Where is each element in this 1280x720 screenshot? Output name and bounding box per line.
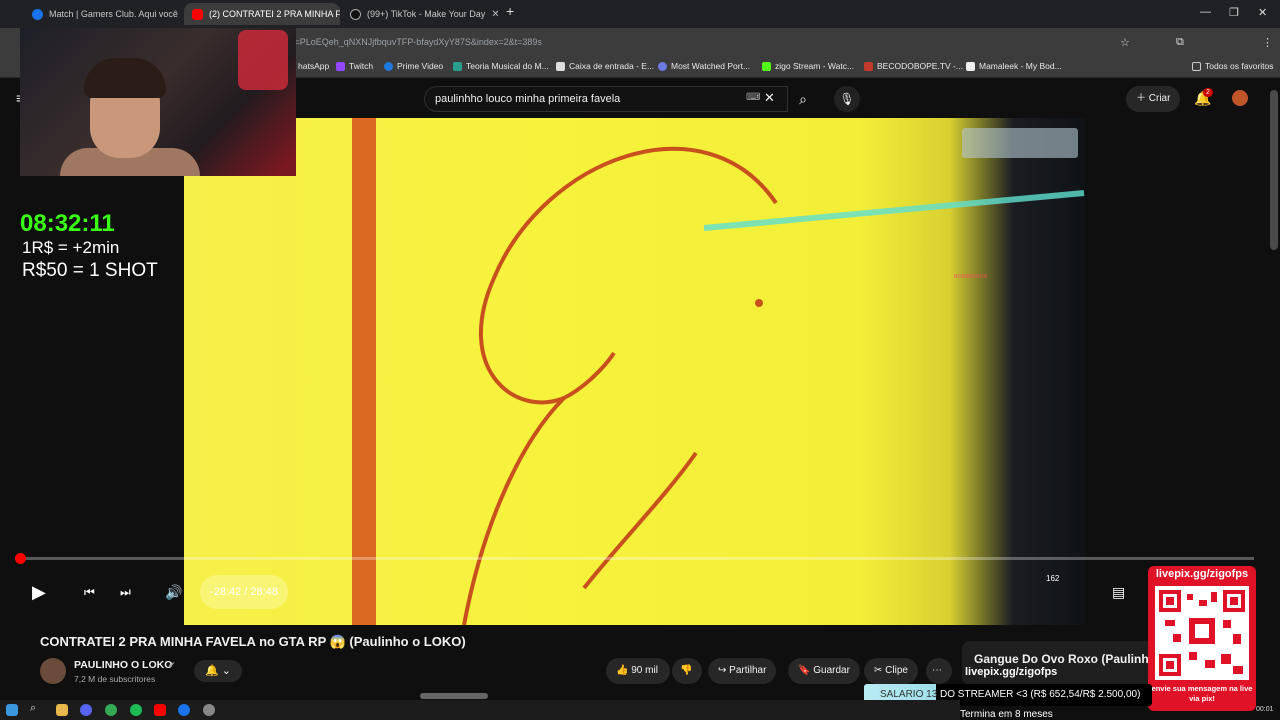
share-button[interactable]: ↪ Partilhar xyxy=(708,658,777,684)
keyboard-icon[interactable]: ⌨ xyxy=(746,92,760,103)
search-input[interactable]: paulinhho louco minha primeira favela xyxy=(424,86,788,112)
hud-bombeiros: BOMBEIROS xyxy=(954,274,988,280)
qr-bottom-text: envie sua mensagem na live via pix! xyxy=(1151,684,1253,703)
bookmark-most-watched[interactable]: Most Watched Port... xyxy=(658,61,750,71)
user-avatar[interactable] xyxy=(1232,90,1248,106)
prime-icon xyxy=(384,61,393,71)
search-button[interactable]: ⌕ xyxy=(786,86,820,112)
streamer-hair xyxy=(84,58,166,98)
subscribed-bell-button[interactable]: 🔔 ⌄ xyxy=(194,660,242,682)
url-text[interactable]: t=PLoEQeh_qNXNJjfbquvTFP-bfaydXyY87S&ind… xyxy=(292,37,542,47)
volume-icon[interactable]: 🔊 xyxy=(165,584,182,601)
channel-avatar[interactable] xyxy=(40,658,66,684)
video-player[interactable] xyxy=(184,118,1085,626)
file-explorer-icon[interactable] xyxy=(56,704,68,716)
becodobope-icon xyxy=(864,61,873,71)
subtitles-icon[interactable]: ▤ xyxy=(1112,584,1125,601)
close-icon[interactable]: ✕ xyxy=(485,9,498,20)
bookmark-zigo[interactable]: zigo Stream - Watc... xyxy=(762,61,854,71)
folder-icon xyxy=(1192,61,1201,71)
save-button[interactable]: 🔖 Guardar xyxy=(788,658,860,684)
dislike-button[interactable]: 👎 xyxy=(672,658,702,684)
spotify-icon[interactable] xyxy=(130,704,142,716)
video-title: CONTRATEI 2 PRA MINHA FAVELA no GTA RP 😱… xyxy=(40,634,466,649)
minimize-button[interactable]: — xyxy=(1200,6,1211,18)
recommended-title: Gangue Do Ovo Roxo (Paulinho xyxy=(974,652,1157,666)
page-scrollbar[interactable] xyxy=(1270,90,1278,250)
previous-icon[interactable]: ⏮ xyxy=(84,585,95,600)
gamers-club-icon xyxy=(32,8,43,20)
subscriber-count: 7,2 M de subscritores xyxy=(74,674,156,684)
next-icon[interactable]: ⏭ xyxy=(120,585,131,600)
qr-code xyxy=(1155,586,1249,680)
windows-start-icon[interactable] xyxy=(6,704,18,716)
maximize-button[interactable]: ❐ xyxy=(1229,6,1239,19)
bookmark-twitch[interactable]: Twitch xyxy=(336,61,373,71)
bookmark-prime[interactable]: Prime Video xyxy=(384,61,443,71)
substack-icon xyxy=(966,61,975,71)
subathon-timer: 08:32:11 xyxy=(20,210,115,237)
create-button[interactable]: ＋ Criar xyxy=(1126,86,1181,112)
like-button[interactable]: 👍 90 mil xyxy=(606,658,670,684)
bookmark-mail[interactable]: Caixa de entrada - E... xyxy=(556,61,654,71)
mail-icon xyxy=(556,61,565,71)
close-window-button[interactable]: ✕ xyxy=(1258,6,1267,19)
tab-youtube[interactable]: (2) CONTRATEI 2 PRA MINHA F ✕ xyxy=(184,3,340,25)
livepix-label: livepix.gg/zigofps xyxy=(965,666,1058,678)
rate-line-2: R$50 = 1 SHOT xyxy=(22,260,158,281)
clear-search-icon[interactable]: ✕ xyxy=(764,90,775,106)
globe-icon xyxy=(658,61,667,71)
app-icon[interactable] xyxy=(203,704,215,716)
horizontal-scrollbar[interactable] xyxy=(420,693,488,699)
tab-gamers-club[interactable]: Match | Gamers Club. Aqui você ✕ xyxy=(24,3,180,25)
channel-name[interactable]: PAULINHO O LOKO xyxy=(74,659,172,671)
bookmark-whatsapp[interactable]: hatsApp xyxy=(298,61,329,71)
time-display: -28:42 / 28:48 xyxy=(200,575,288,609)
clip-button[interactable]: ✂ Clipe xyxy=(864,658,918,684)
tab-tiktok[interactable]: (99+) TikTok - Make Your Day ✕ xyxy=(342,3,498,25)
qr-top-text: livepix.gg/zigofps xyxy=(1155,568,1249,580)
kick-icon xyxy=(762,61,771,71)
bookmark-mamaleek[interactable]: Mamaleek - My Bod... xyxy=(966,61,1062,71)
gamersclub-app-icon[interactable] xyxy=(178,704,190,716)
qr-donation-panel: livepix.gg/zigofps envie sua mensagem na… xyxy=(1148,566,1256,711)
browser-tab-bar: Match | Gamers Club. Aqui você ✕ (2) CON… xyxy=(0,0,1280,28)
goal-deadline: Termina em 8 meses xyxy=(960,709,1053,720)
game-hud-panel xyxy=(962,128,1078,158)
play-icon[interactable]: ▶ xyxy=(32,582,46,603)
red-light xyxy=(238,30,288,90)
extensions-icon[interactable]: ⧉ xyxy=(1176,36,1184,49)
bookmark-teoria[interactable]: Teoria Musical do M... xyxy=(453,61,549,71)
discord-icon[interactable] xyxy=(80,704,92,716)
progress-bar[interactable] xyxy=(20,557,1254,560)
recommended-video[interactable]: Gangue Do Ovo Roxo (Paulinho xyxy=(962,641,1156,685)
hud-ammo: 162 xyxy=(1046,574,1060,583)
rate-line-1: 1R$ = +2min xyxy=(22,238,120,257)
notification-badge: 2 xyxy=(1203,88,1213,97)
close-icon[interactable]: ✕ xyxy=(178,9,180,20)
mic-icon[interactable]: 🎙 xyxy=(834,86,860,112)
system-clock: 00:01 xyxy=(1256,706,1274,713)
chrome-icon[interactable] xyxy=(105,704,117,716)
new-tab-button[interactable]: + xyxy=(506,3,514,19)
verified-icon: ✔ xyxy=(168,660,176,670)
progress-handle[interactable] xyxy=(15,553,26,564)
more-button[interactable]: ⋯ xyxy=(926,658,952,684)
star-icon[interactable]: ☆ xyxy=(1120,36,1130,49)
youtube-icon xyxy=(192,8,203,20)
webcam-overlay xyxy=(20,28,296,176)
youtube-app-icon[interactable] xyxy=(154,704,166,716)
menu-icon[interactable]: ⋮ xyxy=(1262,36,1273,49)
bookmark-becodobope[interactable]: BECODOBOPE.TV -... xyxy=(864,61,963,71)
windows-taskbar: ⌕ xyxy=(0,700,960,720)
tiktok-icon xyxy=(350,8,361,20)
search-icon[interactable]: ⌕ xyxy=(30,702,42,714)
video-frame-art xyxy=(352,118,1085,626)
all-favorites[interactable]: Todos os favoritos xyxy=(1192,61,1274,71)
twitch-icon xyxy=(336,61,345,71)
teoria-icon xyxy=(453,61,462,71)
